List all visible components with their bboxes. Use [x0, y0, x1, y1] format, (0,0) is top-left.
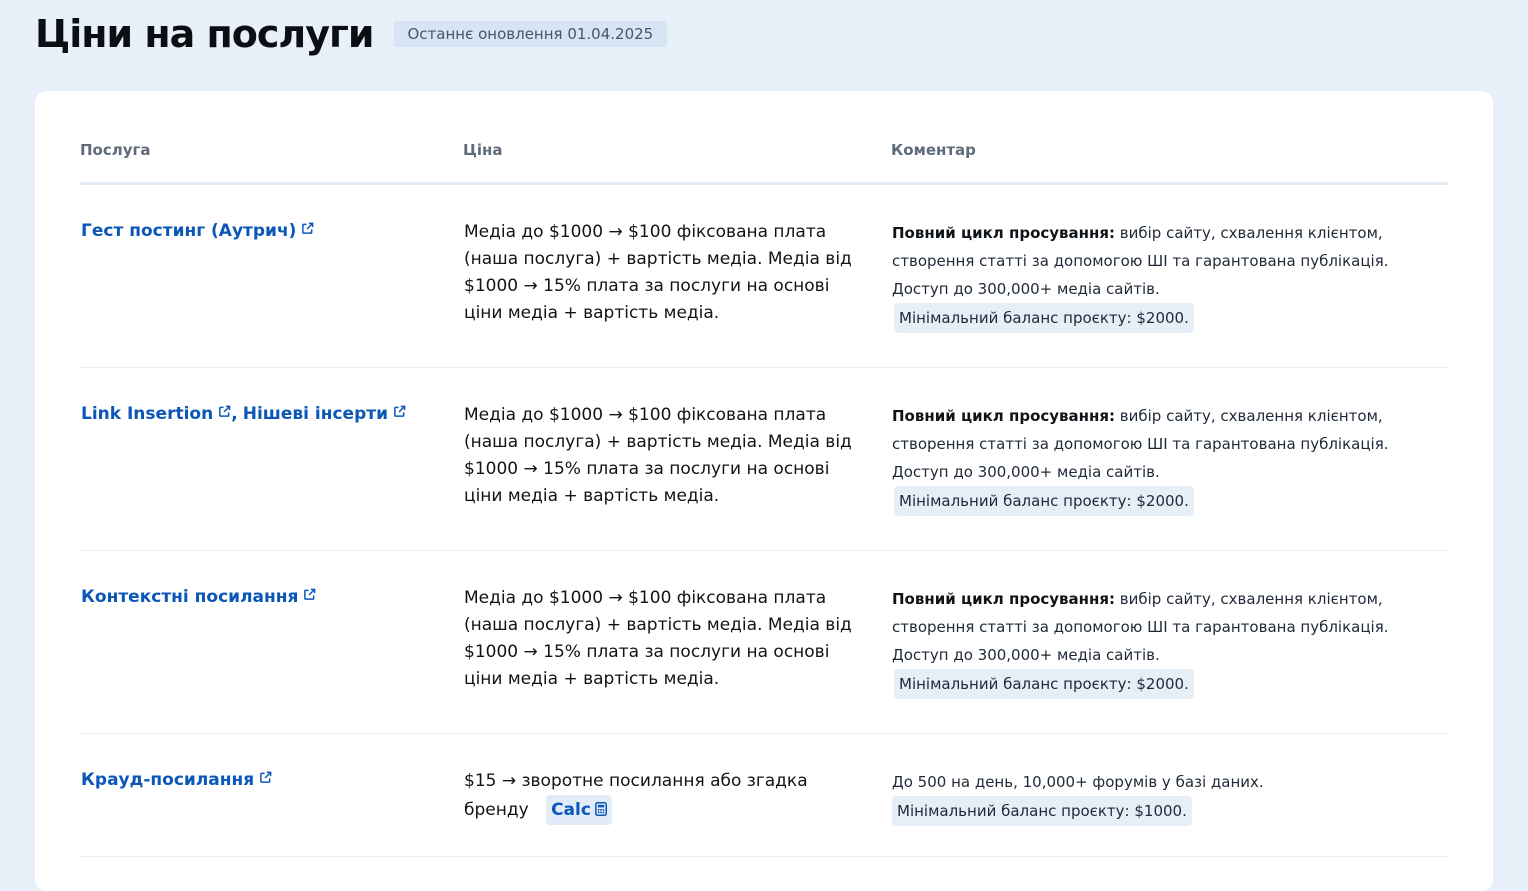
min-balance-badge: Мінімальний баланс проєкту: $1000. — [892, 795, 1192, 826]
comment-bold: Повний цикл просування: — [892, 589, 1116, 608]
table-row: Link Insertion, Нішеві інсерти Медіа до … — [80, 367, 1448, 551]
column-header-price: Ціна — [463, 131, 891, 185]
min-balance-badge: Мінімальний баланс проєкту: $2000. — [894, 485, 1194, 516]
external-link-icon — [304, 588, 316, 600]
price-text: $15 → зворотне посилання або згадка брен… — [464, 770, 808, 820]
min-balance-badge: Мінімальний баланс проєкту: $2000. — [894, 302, 1194, 333]
column-header-service: Послуга — [80, 131, 463, 185]
service-link-link-insertion[interactable]: Link Insertion — [81, 404, 231, 424]
service-cell: Контекстні посилання — [80, 550, 463, 734]
external-link-icon — [219, 405, 231, 417]
comment-text: До 500 на день, 10,000+ форумів у базі д… — [892, 772, 1264, 791]
service-link-label: Гест постинг (Аутрич) — [81, 220, 297, 241]
service-separator: , — [231, 403, 238, 424]
table-row: Контекстні посилання Медіа до $1000 → $1… — [80, 550, 1448, 734]
pricing-card: Послуга Ціна Коментар Гест постинг (Аутр… — [35, 91, 1493, 891]
comment-cell: Повний цикл просування: вибір сайту, схв… — [891, 367, 1448, 551]
price-cell: Медіа до $1000 → $100 фіксована плата (н… — [463, 550, 891, 734]
min-balance-badge: Мінімальний баланс проєкту: $2000. — [894, 668, 1194, 699]
calculator-icon — [594, 801, 607, 816]
pricing-table: Послуга Ціна Коментар Гест постинг (Аутр… — [80, 131, 1448, 857]
external-link-icon — [260, 771, 272, 783]
service-link-crowd-links[interactable]: Крауд-посилання — [81, 770, 272, 790]
service-link-niche-edits[interactable]: Нішеві інсерти — [243, 404, 406, 424]
page-title: Ціни на послуги — [35, 12, 374, 56]
service-link-label: Нішеві інсерти — [242, 403, 389, 424]
price-cell: Медіа до $1000 → $100 фіксована плата (н… — [463, 183, 891, 368]
service-link-guest-posting[interactable]: Гест постинг (Аутрич) — [81, 221, 314, 241]
service-link-label: Контекстні посилання — [81, 586, 299, 607]
service-link-label: Link Insertion — [81, 403, 214, 424]
calc-button[interactable]: Calc — [546, 794, 612, 825]
service-cell: Link Insertion, Нішеві інсерти — [80, 367, 463, 551]
column-header-comment: Коментар — [891, 131, 1448, 185]
price-cell: Медіа до $1000 → $100 фіксована плата (н… — [463, 367, 891, 551]
page-header: Ціни на послуги Останнє оновлення 01.04.… — [35, 10, 668, 58]
comment-cell: Повний цикл просування: вибір сайту, схв… — [891, 183, 1448, 368]
service-link-label: Крауд-посилання — [81, 769, 255, 790]
service-link-contextual-links[interactable]: Контекстні посилання — [81, 587, 316, 607]
last-updated-badge: Останнє оновлення 01.04.2025 — [393, 21, 668, 47]
external-link-icon — [394, 405, 406, 417]
comment-bold: Повний цикл просування: — [892, 223, 1116, 242]
comment-bold: Повний цикл просування: — [892, 406, 1116, 425]
service-cell: Гест постинг (Аутрич) — [80, 183, 463, 368]
table-header-row: Послуга Ціна Коментар — [80, 131, 1448, 185]
calc-button-label: Calc — [551, 799, 591, 820]
external-link-icon — [302, 222, 314, 234]
comment-cell: Повний цикл просування: вибір сайту, схв… — [891, 550, 1448, 734]
table-row: Гест постинг (Аутрич) Медіа до $1000 → $… — [80, 183, 1448, 368]
